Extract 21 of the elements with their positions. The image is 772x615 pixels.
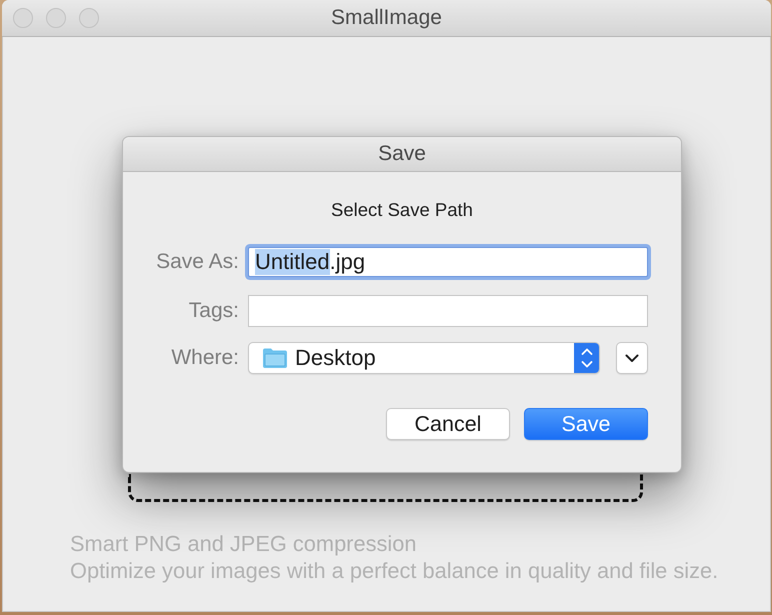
dialog-title: Save (378, 142, 426, 166)
default-button[interactable]: Save (524, 408, 648, 440)
input-field[interactable]: Untitled.jpg (248, 247, 648, 277)
zoom-button[interactable] (79, 8, 99, 28)
up-down-chevron-icon (574, 343, 599, 373)
field-label: Save As: (156, 250, 239, 274)
description-text: Optimize your images with a perfect balance in quality and file size. (70, 557, 718, 584)
minimize-button[interactable] (46, 8, 66, 28)
close-button[interactable] (13, 8, 33, 28)
expand-button[interactable] (616, 342, 648, 374)
field-label: Tags: (188, 299, 239, 323)
chevron-down-icon (625, 354, 639, 362)
window-title: SmallImage (331, 6, 442, 30)
text-selection: Untitled (255, 249, 330, 275)
dialog-message: Select Save Path (331, 199, 473, 221)
location-popup[interactable]: Desktop (248, 342, 600, 374)
description-text: Smart PNG and JPEG compression (70, 530, 416, 557)
push-button[interactable]: Cancel (386, 408, 510, 440)
folder-icon (262, 347, 288, 369)
input-field[interactable] (248, 295, 648, 327)
field-label: Where: (171, 346, 239, 370)
